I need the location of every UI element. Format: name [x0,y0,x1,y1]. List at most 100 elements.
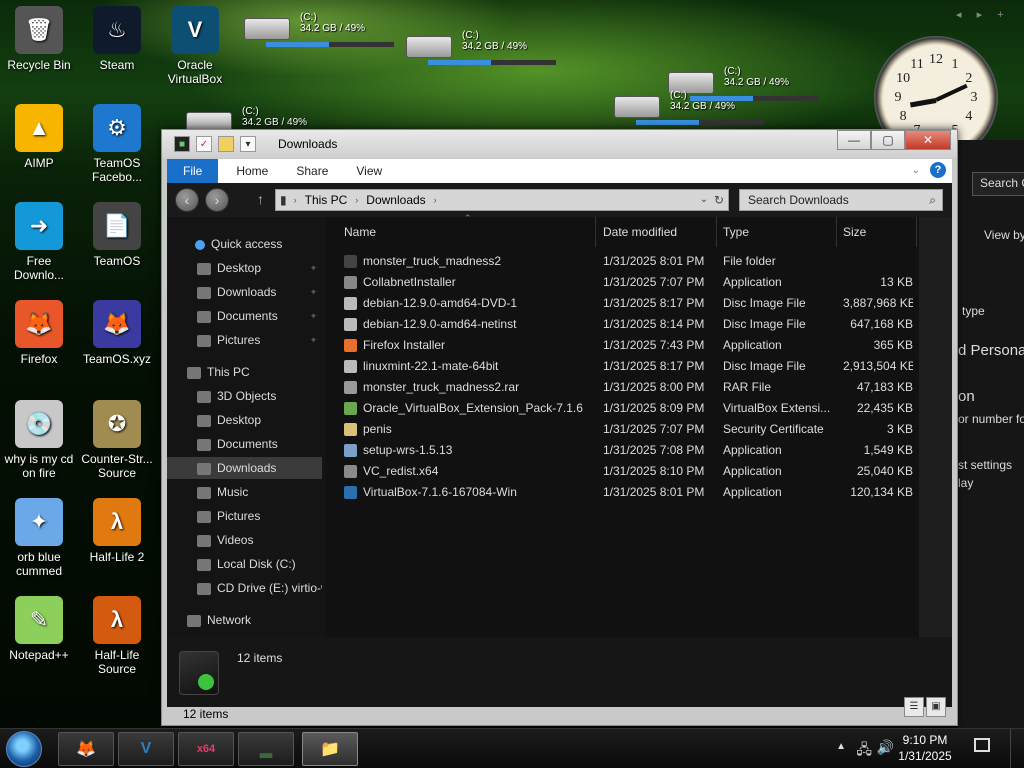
taskbar-virtualbox-button[interactable]: V [118,732,174,766]
taskbar-game-button[interactable]: ▂ [238,732,294,766]
title-bar[interactable]: ■ ✓ ▾ Downloads — ▢ ✕ [162,130,957,158]
file-row[interactable]: monster_truck_madness2 1/31/2025 8:01 PM F… [326,251,919,272]
sidebar-item[interactable]: Network [167,609,322,631]
desktop-icon[interactable]: 📄 TeamOS [80,202,154,268]
tab-share[interactable]: Share [282,159,342,183]
file-row[interactable]: CollabnetInstaller 1/31/2025 7:07 PM Appli… [326,272,919,293]
desktop-icon[interactable]: λ Half-Life 2 [80,498,154,564]
help-icon[interactable]: ? [930,162,946,178]
column-header-name[interactable]: Name [338,217,596,247]
desktop-icon[interactable]: 💿 why is my cd on fire [2,400,76,480]
breadcrumb-separator-icon[interactable]: › [352,195,361,205]
address-dropdown-icon[interactable]: ⌄ [700,194,708,205]
refresh-icon[interactable]: ↻ [714,193,724,207]
file-row[interactable]: setup-wrs-1.5.13 1/31/2025 7:08 PM Applica… [326,440,919,461]
show-desktop-button[interactable] [1010,729,1024,768]
sidebar-item[interactable]: Videos [167,529,322,551]
desktop-icon[interactable]: 🦊 TeamOS.xyz [80,300,154,366]
forward-button[interactable]: › [205,188,229,212]
sidebar-item[interactable]: This PC [167,361,322,383]
desktop-icon[interactable]: λ Half-Life Source [80,596,154,676]
sidebar-item[interactable]: Downloads ⌖ [167,281,322,303]
notification-icon[interactable] [974,738,990,752]
details-view-icon[interactable]: ☰ [904,697,924,717]
search-input[interactable]: Search Downloads ⌕ [739,189,943,211]
ribbon-expand-icon[interactable]: ⌄ [912,165,920,176]
column-header-type[interactable]: Type [717,217,837,247]
sidebar-item[interactable]: Music [167,481,322,503]
close-button[interactable]: ✕ [905,130,951,150]
explorer-icon[interactable]: ■ [174,136,190,152]
file-icon [344,276,357,289]
pin-icon[interactable]: ⌖ [311,257,316,279]
sidebar-item[interactable]: Quick access [167,233,322,255]
new-folder-icon[interactable] [218,136,234,152]
back-button[interactable]: ‹ [175,188,199,212]
sidebar-item[interactable]: 3D Objects [167,385,322,407]
file-row[interactable]: Oracle_VirtualBox_Extension_Pack-7.1.6 1/… [326,398,919,419]
properties-icon[interactable]: ✓ [196,136,212,152]
desktop-icon[interactable]: ⚙ TeamOS Facebo... [80,104,154,184]
file-row[interactable]: Firefox Installer 1/31/2025 7:43 PM Applic… [326,335,919,356]
maximize-button[interactable]: ▢ [871,130,905,150]
breadcrumb-segment[interactable]: Downloads [361,193,430,207]
desktop-icon[interactable]: ♨ Steam [80,6,154,72]
desktop-icon[interactable]: ▲ AIMP [2,104,76,170]
drive-widget[interactable]: (C:) 34.2 GB / 49% [406,30,556,66]
file-row[interactable]: VC_redist.x64 1/31/2025 8:10 PM Applicatio… [326,461,919,482]
file-row[interactable]: VirtualBox-7.1.6-167084-Win 1/31/2025 8:0… [326,482,919,503]
sidebar-item[interactable]: Pictures ⌖ [167,329,322,351]
sidebar-item[interactable]: Documents [167,433,322,455]
file-row[interactable]: penis 1/31/2025 7:07 PM Security Certifica… [326,419,919,440]
tab-view[interactable]: View [342,159,396,183]
breadcrumb-separator-icon[interactable]: › [431,195,440,205]
desktop-icon[interactable]: 🗑 Recycle Bin [2,6,76,72]
vertical-scrollbar[interactable] [919,217,952,637]
column-header-size[interactable]: Size [837,217,917,247]
desktop-icon[interactable]: ✎ Notepad++ [2,596,76,662]
desktop-icon[interactable]: 🦊 Firefox [2,300,76,366]
breadcrumb-separator-icon[interactable]: › [291,195,300,205]
drive-widget[interactable]: (C:) 34.2 GB / 49% [244,12,394,48]
taskbar-clock[interactable]: 9:10 PM 1/31/2025 [890,732,960,764]
network-icon[interactable]: 🖧 [856,739,872,763]
tab-home[interactable]: Home [222,159,282,183]
taskbar-explorer-button[interactable]: 📁 [302,732,358,766]
sidebar-item[interactable]: Desktop ⌖ [167,257,322,279]
tray-chevron-icon[interactable]: ▲ [836,741,846,752]
taskbar-firefox-button[interactable]: 🦊 [58,732,114,766]
large-icons-view-icon[interactable]: ▣ [926,697,946,717]
breadcrumb-segment[interactable]: This PC [300,193,353,207]
up-arrow-icon[interactable]: ↑ [257,191,264,207]
file-row[interactable]: linuxmint-22.1-mate-64bit 1/31/2025 8:17 … [326,356,919,377]
sidebar-item[interactable]: Downloads [167,457,322,479]
file-row[interactable]: debian-12.9.0-amd64-DVD-1 1/31/2025 8:17 … [326,293,919,314]
taskbar-app-x64-button[interactable]: x64 [178,732,234,766]
desktop-icon[interactable]: ➜ Free Downlo... [2,202,76,282]
desktop-icon[interactable]: ✪ Counter-Str... Source [80,400,154,480]
background-search-label[interactable]: Search C [980,176,1024,190]
tab-file[interactable]: File [167,159,219,183]
sidebar-item[interactable]: Desktop [167,409,322,431]
pin-icon[interactable]: ⌖ [311,329,316,351]
sidebar-item[interactable]: Local Disk (C:) [167,553,322,575]
desktop-icon[interactable]: V Oracle VirtualBox [158,6,232,86]
view-by-label[interactable]: View by [984,228,1024,242]
drive-widget[interactable]: (C:) 34.2 GB / 49% [614,90,764,126]
sidebar-item[interactable]: Documents ⌖ [167,305,322,327]
address-bar[interactable]: ▮ › This PC › Downloads › ⌄ ↻ [275,189,729,211]
search-icon[interactable]: ⌕ [929,193,936,208]
sidebar-item[interactable]: CD Drive (E:) virtio-w [167,577,322,599]
pin-icon[interactable]: ⌖ [311,305,316,327]
column-header-date-modified[interactable]: Date modified [597,217,717,247]
start-button[interactable] [6,731,42,767]
desktop-icon[interactable]: ✦ orb blue cummed [2,498,76,578]
desktop-icon-label: Half-Life Source [94,648,140,676]
minimize-button[interactable]: — [837,130,871,150]
file-row[interactable]: debian-12.9.0-amd64-netinst 1/31/2025 8:1… [326,314,919,335]
widget-nav-arrows[interactable]: ◂ ▸ + [956,8,1010,21]
chevron-down-icon[interactable]: ▾ [240,136,256,152]
sidebar-item[interactable]: Pictures [167,505,322,527]
pin-icon[interactable]: ⌖ [311,281,316,303]
file-row[interactable]: monster_truck_madness2.rar 1/31/2025 8:00… [326,377,919,398]
